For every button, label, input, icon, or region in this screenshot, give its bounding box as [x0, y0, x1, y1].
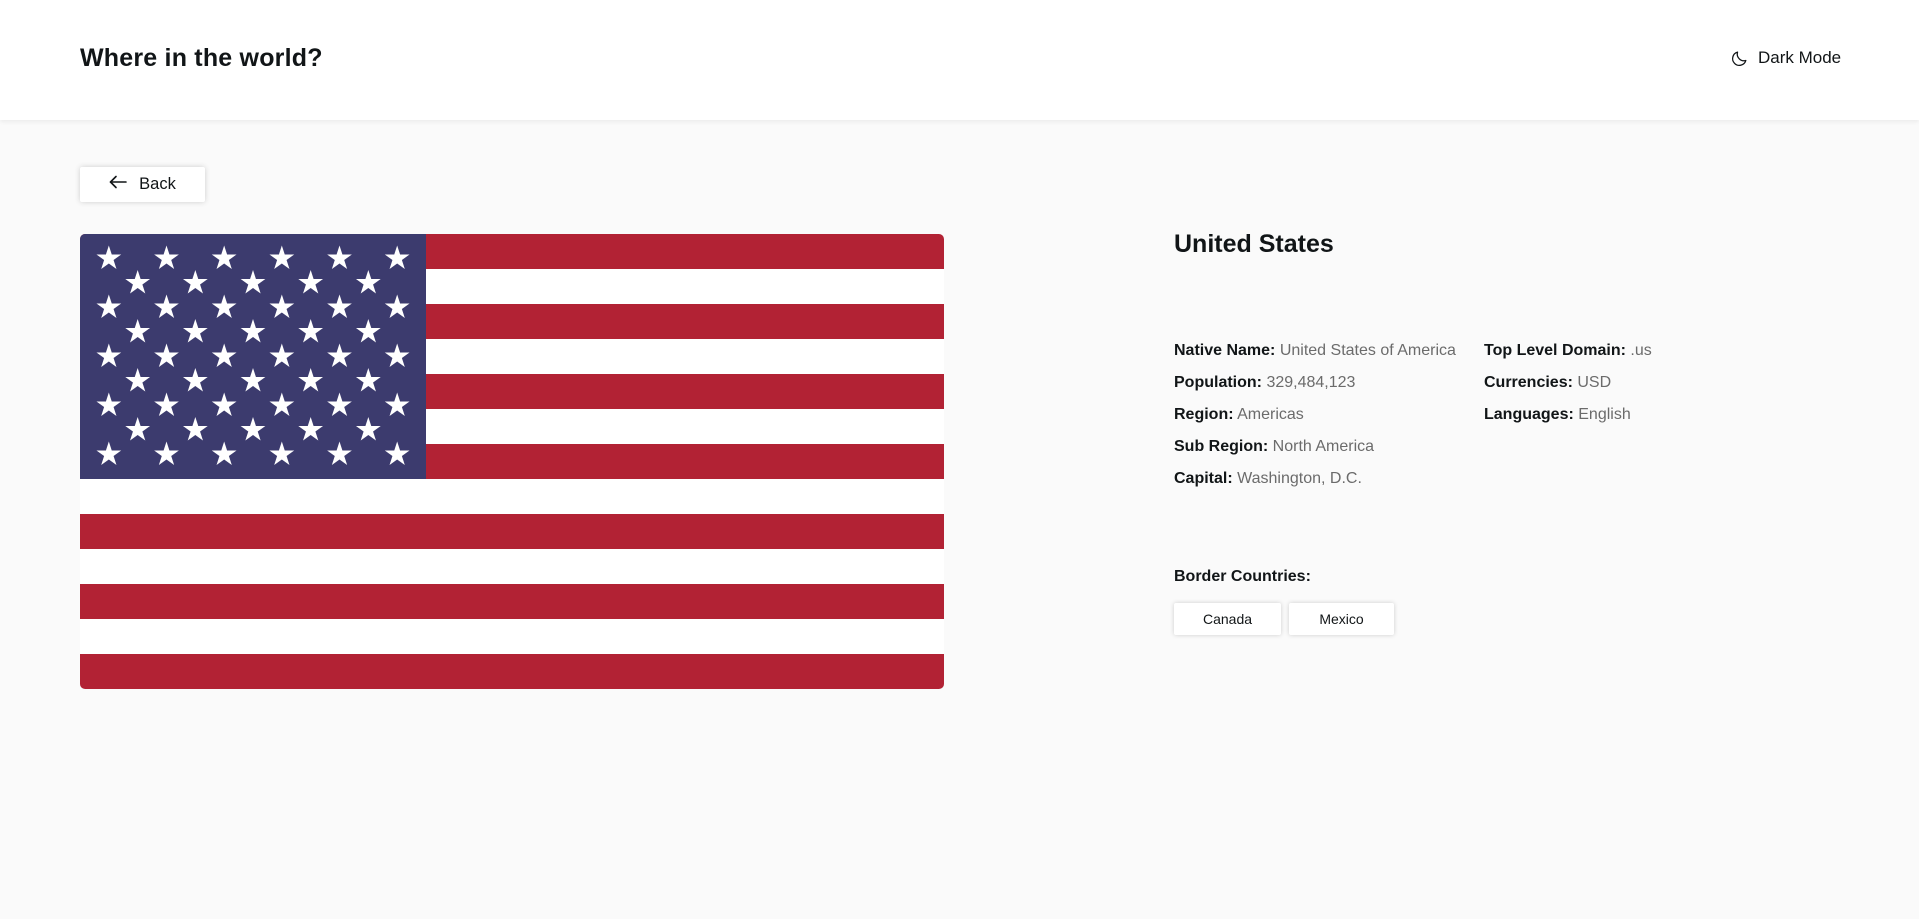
detail-value: .us	[1630, 342, 1652, 359]
detail-value: Americas	[1237, 406, 1304, 423]
detail-row: Region: Americas	[1174, 402, 1456, 434]
details-right: Top Level Domain: .us Currencies: USD Lang…	[1484, 338, 1652, 434]
detail-label: Sub Region:	[1174, 438, 1269, 455]
detail-value: 329,484,123	[1266, 374, 1356, 391]
detail-label: Languages:	[1484, 406, 1574, 423]
detail-value: Washington, D.C.	[1237, 470, 1362, 487]
country-name: United States	[1174, 230, 1334, 258]
detail-row: Languages: English	[1484, 402, 1652, 434]
dark-mode-label: Dark Mode	[1758, 48, 1842, 67]
us-flag-image	[80, 234, 944, 689]
detail-label: Capital:	[1174, 470, 1233, 487]
detail-label: Top Level Domain:	[1484, 342, 1626, 359]
detail-label: Native Name:	[1174, 342, 1276, 359]
app-title: Where in the world?	[80, 44, 323, 72]
details-left: Native Name: United States of America Pop…	[1174, 338, 1456, 498]
moon-icon	[1730, 49, 1749, 68]
detail-row: Top Level Domain: .us	[1484, 338, 1652, 370]
detail-label: Population:	[1174, 374, 1262, 391]
back-label: Back	[139, 175, 176, 193]
detail-row: Sub Region: North America	[1174, 434, 1456, 466]
detail-value: USD	[1577, 374, 1612, 391]
detail-value: United States of America	[1279, 342, 1456, 359]
border-country-button[interactable]: Canada	[1174, 603, 1281, 635]
dark-mode-toggle[interactable]: Dark Mode	[1730, 48, 1841, 68]
detail-row: Currencies: USD	[1484, 370, 1652, 402]
border-countries-list: Canada Mexico	[1174, 603, 1394, 635]
app-header: Where in the world? Dark Mode	[0, 0, 1919, 120]
detail-label: Currencies:	[1484, 374, 1573, 391]
detail-value: English	[1578, 406, 1631, 423]
detail-row: Capital: Washington, D.C.	[1174, 466, 1456, 498]
detail-label: Region:	[1174, 406, 1234, 423]
back-button[interactable]: Back	[80, 167, 205, 202]
detail-row: Native Name: United States of America	[1174, 338, 1456, 370]
arrow-left-icon	[109, 175, 127, 194]
border-countries-label: Border Countries:	[1174, 568, 1311, 585]
border-country-button[interactable]: Mexico	[1289, 603, 1394, 635]
detail-value: North America	[1272, 438, 1375, 455]
detail-row: Population: 329,484,123	[1174, 370, 1456, 402]
